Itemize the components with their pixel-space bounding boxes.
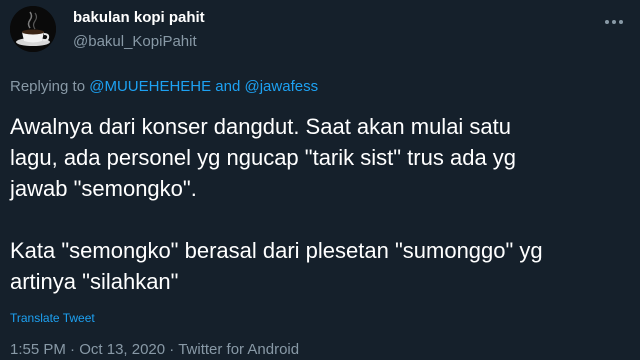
tweet-line: lagu, ada personel yg ngucap "tarik sist… xyxy=(10,145,517,170)
replying-to-line: Replying to @MUUEHEHEHE and @jawafess xyxy=(10,78,318,95)
tweet-text: Awalnya dari konser dangdut. Saat akan m… xyxy=(10,111,630,297)
mention-link-1[interactable]: @MUUEHEHEHE xyxy=(89,78,211,95)
display-name[interactable]: bakulan kopi pahit xyxy=(73,9,205,26)
tweet-source[interactable]: Twitter for Android xyxy=(178,341,299,358)
tweet-meta: 1:55 PM · Oct 13, 2020 · Twitter for And… xyxy=(10,341,299,358)
meta-separator: · xyxy=(70,341,76,358)
tweet-line: Awalnya dari konser dangdut. Saat akan m… xyxy=(10,114,512,139)
coffee-cup-icon xyxy=(10,6,56,52)
translate-tweet-link[interactable]: Translate Tweet xyxy=(10,311,95,325)
mention-link-2[interactable]: @jawafess xyxy=(245,78,319,95)
tweet-time[interactable]: 1:55 PM xyxy=(10,341,66,358)
tweet-line: Kata "semongko" berasal dari plesetan "s… xyxy=(10,238,543,263)
user-handle[interactable]: @bakul_KopiPahit xyxy=(73,33,197,50)
more-horizontal-icon[interactable] xyxy=(602,12,626,32)
avatar[interactable] xyxy=(10,6,56,52)
tweet-line: jawab "semongko". xyxy=(10,176,197,201)
meta-separator: · xyxy=(169,341,175,358)
tweet-line: artinya "silahkan" xyxy=(10,269,179,294)
replying-to-label: Replying to xyxy=(10,78,86,95)
tweet-date[interactable]: Oct 13, 2020 xyxy=(79,341,165,358)
tweet-header: bakulan kopi pahit @bakul_KopiPahit xyxy=(0,0,640,64)
mention-conjunction: and xyxy=(215,78,241,95)
